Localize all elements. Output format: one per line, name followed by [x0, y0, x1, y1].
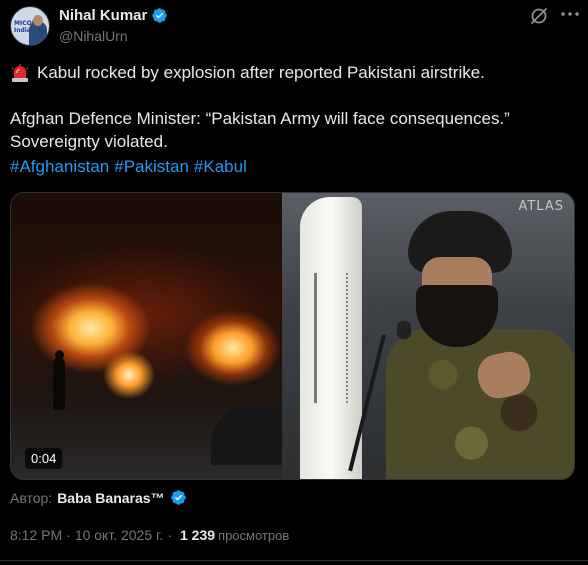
- avatar-head: [33, 15, 43, 26]
- video-media[interactable]: ATLAS 0:04: [10, 192, 575, 480]
- post-date[interactable]: 10 окт. 2025 г.: [75, 527, 164, 543]
- attribution-label: Автор:: [10, 489, 53, 506]
- hashtags: #Afghanistan #Pakistan #Kabul: [10, 156, 252, 178]
- explosion-frame: [11, 193, 301, 479]
- hashtag-link[interactable]: #Pakistan: [114, 157, 189, 176]
- video-duration-badge: 0:04: [25, 448, 63, 469]
- minister-frame: ATLAS: [282, 193, 574, 479]
- attribution-author-link[interactable]: Baba Banaras™: [57, 490, 164, 506]
- camo-uniform: [386, 329, 574, 479]
- media-watermark: ATLAS: [518, 199, 564, 214]
- hashtag-link[interactable]: #Afghanistan: [10, 157, 109, 176]
- meta-separator: ·: [66, 527, 71, 543]
- more-icon[interactable]: [560, 8, 580, 24]
- post-text-line1-row: Kabul rocked by explosion after reported…: [10, 62, 485, 84]
- views-count: 1 239: [179, 527, 216, 543]
- tweet: MICON India Nihal Kumar @NihalUrn Kabul …: [0, 0, 588, 565]
- flag-script: [314, 273, 348, 403]
- microphone: [397, 321, 411, 339]
- grok-icon[interactable]: [529, 6, 549, 26]
- author-handle[interactable]: @NihalUrn: [59, 28, 128, 44]
- meta-separator: ·: [167, 527, 172, 543]
- verified-badge-icon: [170, 490, 186, 505]
- post-text-line2: Afghan Defence Minister: “Pakistan Army …: [10, 109, 510, 128]
- post-time[interactable]: 8:12 PM: [10, 527, 62, 543]
- attribution: Автор: Baba Banaras™: [10, 489, 187, 506]
- post-meta: 8:12 PM · 10 окт. 2025 г. · 1 239 просмо…: [10, 527, 289, 543]
- author-name-row[interactable]: Nihal Kumar: [59, 7, 168, 24]
- bottom-divider: [0, 560, 588, 561]
- verified-badge-icon: [152, 8, 168, 23]
- post-text-line3: Sovereignty violated.: [10, 132, 168, 151]
- siren-emoji-icon: [11, 64, 29, 82]
- views-label: просмотров: [218, 527, 290, 543]
- avatar[interactable]: MICON India: [10, 6, 50, 46]
- hashtag-link[interactable]: #Kabul: [194, 157, 247, 176]
- silhouette-person: [53, 358, 65, 410]
- post-text-line1: Kabul rocked by explosion after reported…: [37, 63, 485, 82]
- author-name[interactable]: Nihal Kumar: [59, 7, 147, 24]
